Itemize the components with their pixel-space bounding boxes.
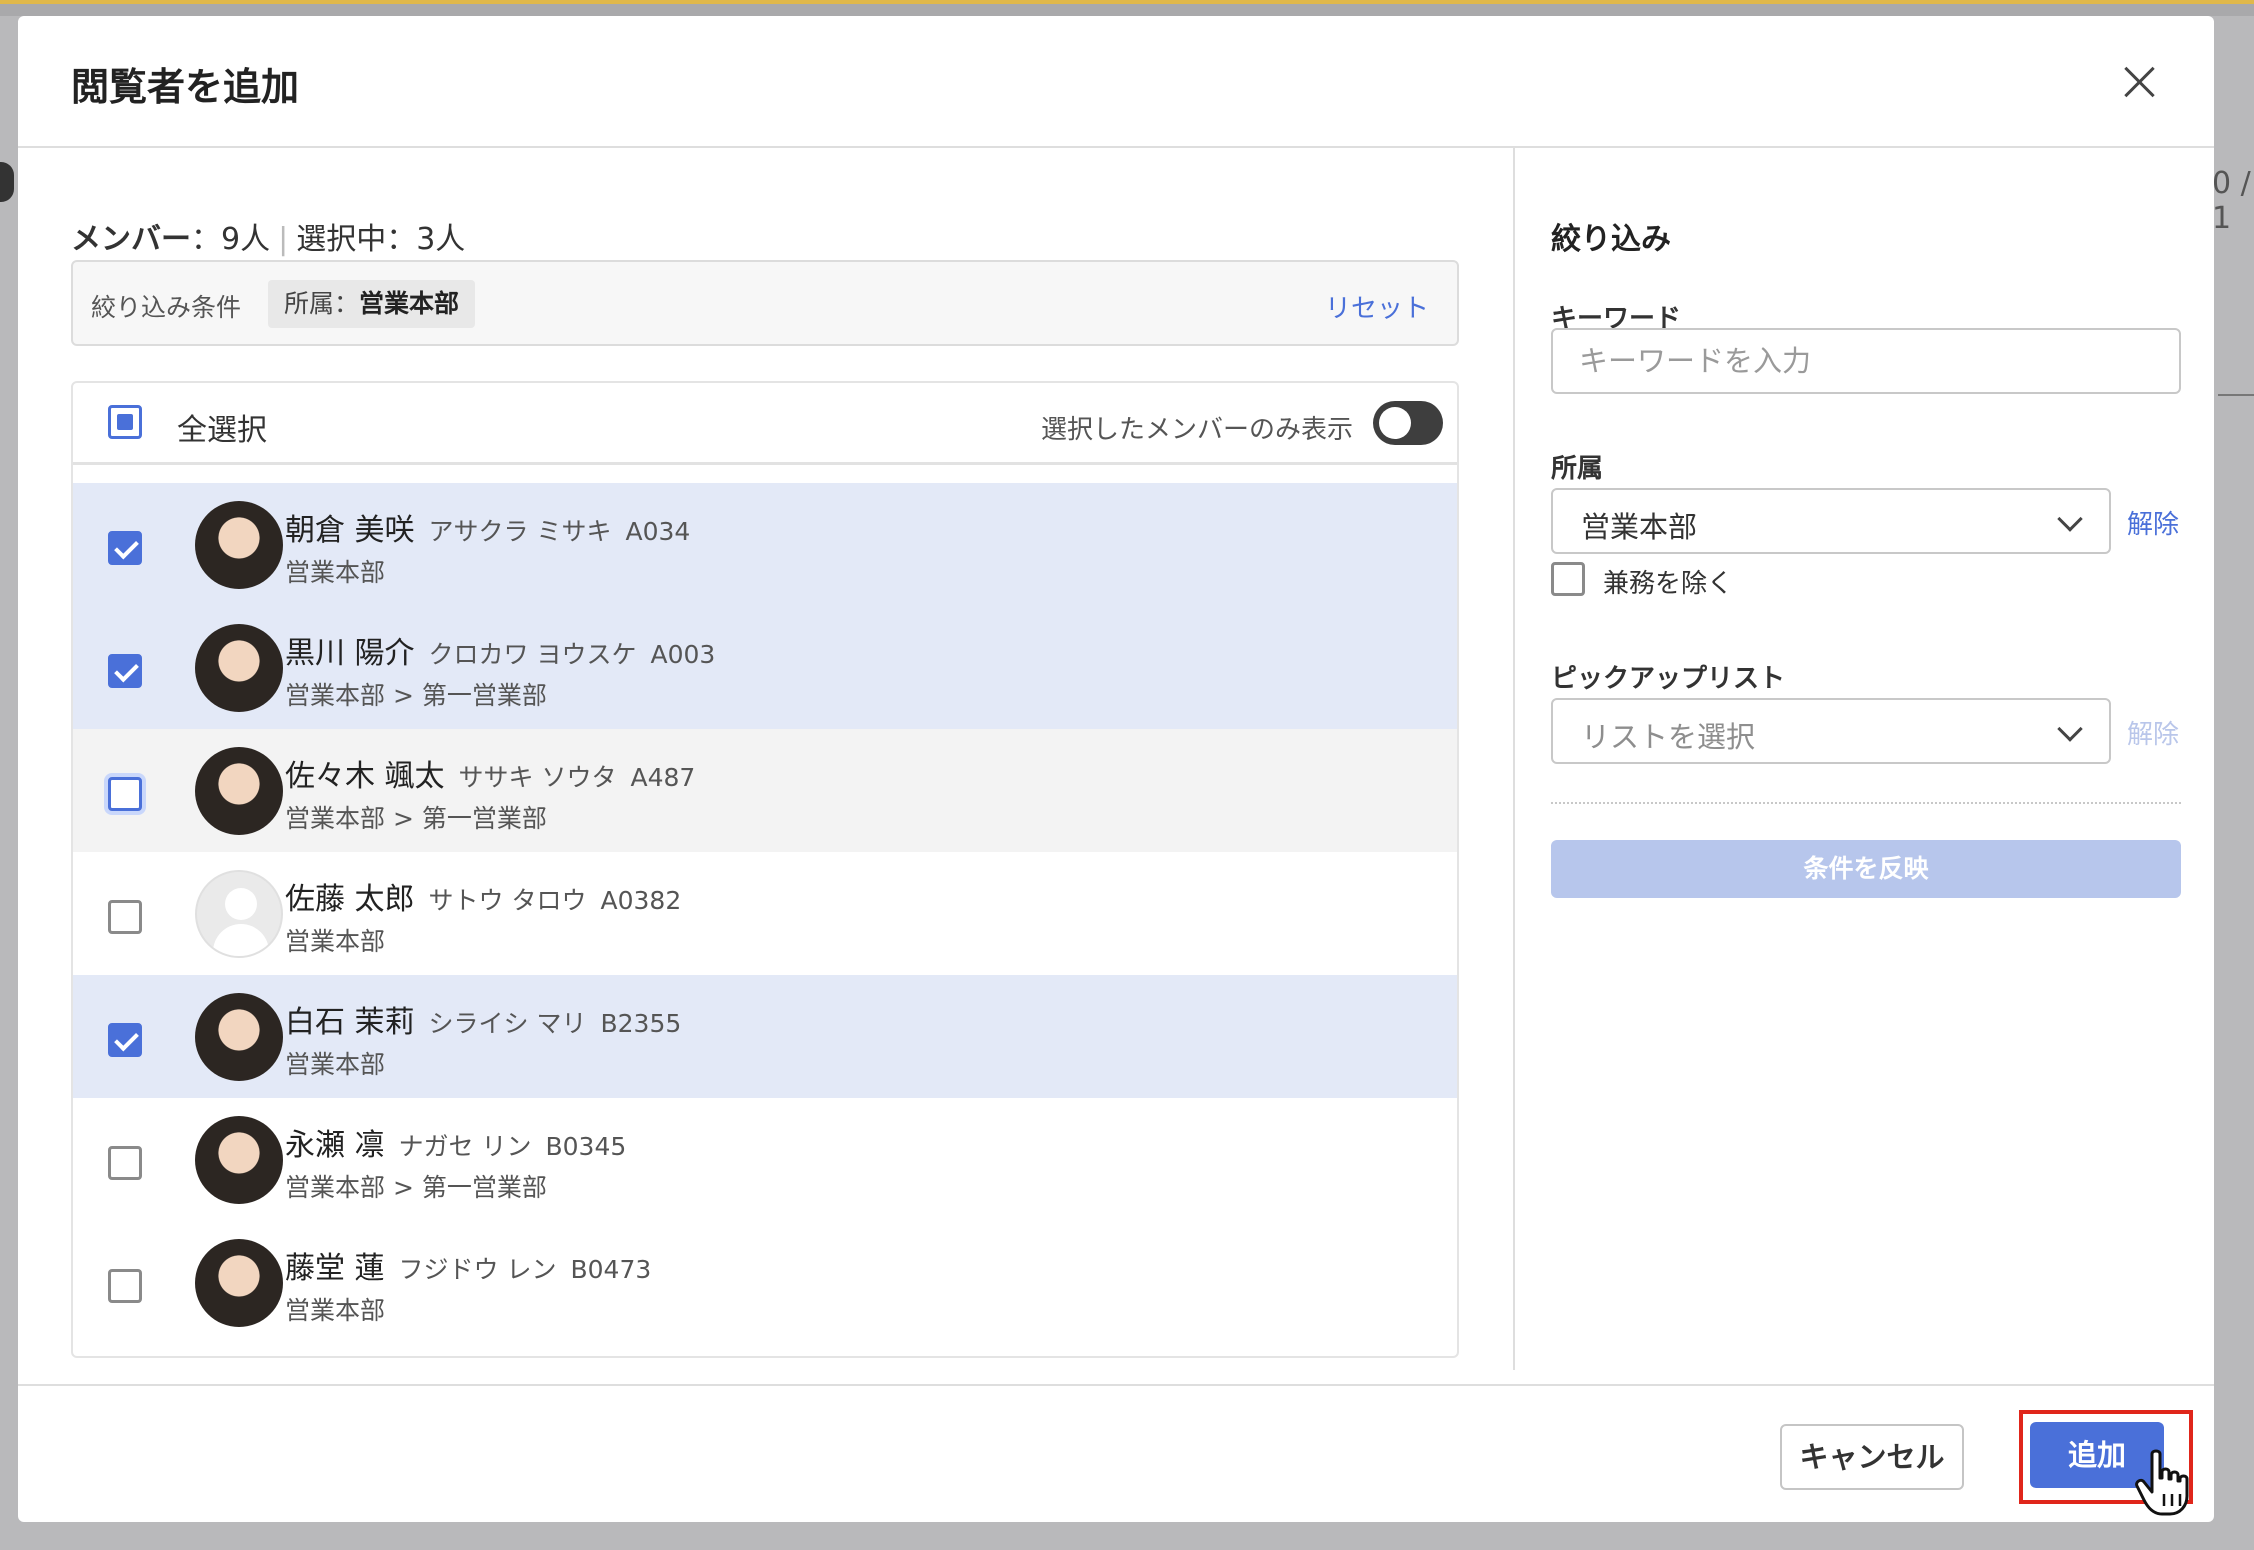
dialog-footer: キャンセル 追加 — [18, 1384, 2214, 1522]
member-code: A034 — [625, 517, 691, 546]
filter-chip-value: 営業本部 — [359, 289, 460, 318]
member-department: 営業本部 > 第一営業部 — [285, 804, 547, 833]
background-handle — [0, 162, 14, 202]
select-all-checkbox[interactable] — [108, 405, 142, 439]
pickup-list-clear-link: 解除 — [2127, 720, 2180, 750]
member-kana: サトウ タロウ — [428, 886, 587, 915]
member-list-header: 全選択 選択したメンバーのみ表示 — [73, 383, 1457, 465]
exclude-concurrent-label[interactable]: 兼務を除く — [1603, 563, 1733, 600]
department-clear-link[interactable]: 解除 — [2127, 504, 2179, 541]
cancel-button[interactable]: キャンセル — [1780, 1424, 1964, 1490]
member-row[interactable]: 佐々木 颯太 ササキ ソウタ A487 営業本部 > 第一営業部 — [73, 729, 1457, 852]
avatar — [195, 1239, 283, 1327]
member-row[interactable]: 藤堂 蓮フジドウ レン B0473 営業本部 — [73, 1221, 1457, 1344]
member-name: 白石 茉莉 — [285, 1005, 415, 1040]
pickup-list-label: ピックアップリスト — [1551, 664, 1786, 694]
department-select[interactable]: 営業本部 — [1551, 488, 2111, 554]
member-row[interactable]: 永瀬 凛ナガセ リン B0345 営業本部 > 第一営業部 — [73, 1098, 1457, 1221]
member-row[interactable]: 白石 茉莉 シライシ マリ B2355 営業本部 — [73, 975, 1457, 1098]
member-code: A487 — [630, 763, 696, 792]
keyword-input[interactable] — [1551, 328, 2181, 394]
filter-panel: 絞り込み キーワード 所属 営業本部 解除 兼務を除く ピックアップリスト リス… — [1513, 148, 2214, 1370]
selected-count: ：3人 — [386, 222, 466, 257]
member-checkbox[interactable] — [108, 1023, 142, 1057]
member-checkbox[interactable] — [108, 1269, 142, 1303]
filter-panel-title: 絞り込み — [1551, 222, 1671, 257]
background-page-counter: 0 / 1 — [2212, 166, 2251, 236]
member-kana: アサクラ ミサキ — [428, 517, 612, 546]
pickup-list-placeholder: リストを選択 — [1581, 720, 1756, 754]
member-row[interactable]: 朝倉 美咲 アサクラ ミサキ A034 営業本部 — [73, 483, 1457, 606]
reset-link[interactable]: リセット — [1325, 288, 1429, 325]
member-code: A003 — [650, 640, 716, 669]
member-name: 永瀬 凛 — [285, 1128, 385, 1163]
avatar — [195, 501, 283, 589]
member-checkbox[interactable] — [108, 654, 142, 688]
member-code: B2355 — [600, 1009, 682, 1038]
member-kana: シライシ マリ — [428, 1009, 587, 1038]
member-kana: クロカワ ヨウスケ — [428, 640, 637, 669]
member-code: B0345 — [545, 1132, 627, 1161]
apply-filter-button[interactable]: 条件を反映 — [1551, 840, 2181, 898]
hand-cursor-icon — [2135, 1449, 2189, 1516]
member-checkbox[interactable] — [108, 900, 142, 934]
show-selected-only-label: 選択したメンバーのみ表示 — [1041, 415, 1354, 445]
filter-conditions-label: 絞り込み条件 — [91, 293, 242, 322]
background-accent-line — [0, 0, 2254, 4]
member-code: A0382 — [600, 886, 682, 915]
chevron-down-icon — [2057, 506, 2083, 532]
member-name: 佐藤 太郎 — [285, 882, 415, 917]
member-checkbox[interactable] — [108, 1146, 142, 1180]
member-name: 黒川 陽介 — [285, 636, 415, 671]
divider — [1551, 802, 2181, 804]
avatar — [195, 1116, 283, 1204]
member-department: 営業本部 — [285, 558, 386, 587]
member-row[interactable]: 佐藤 太郎 サトウ タロウ A0382 営業本部 — [73, 852, 1457, 975]
select-all-label[interactable]: 全選択 — [177, 405, 267, 449]
selected-label: 選択中 — [296, 222, 387, 257]
filter-chip-key: 所属： — [284, 289, 360, 318]
default-avatar-icon — [195, 870, 283, 958]
member-kana: フジドウ レン — [398, 1255, 557, 1284]
active-filter-bar: 絞り込み条件 所属：営業本部 リセット — [71, 260, 1459, 346]
exclude-concurrent-checkbox[interactable] — [1551, 562, 1585, 596]
close-icon[interactable] — [2118, 60, 2162, 104]
member-department: 営業本部 > 第一営業部 — [285, 1173, 547, 1202]
counts-separator: | — [278, 222, 289, 257]
avatar — [195, 747, 283, 835]
member-department: 営業本部 — [285, 927, 386, 956]
background-divider — [2218, 394, 2254, 396]
member-panel: メンバー：9人 | 選択中：3人 絞り込み条件 所属：営業本部 リセット 全選択 選… — [18, 148, 1513, 1370]
members-count: ：9人 — [191, 222, 271, 257]
member-row[interactable]: 黒川 陽介 クロカワ ヨウスケ A003 営業本部 > 第一営業部 — [73, 606, 1457, 729]
add-viewer-dialog: 閲覧者を追加 メンバー：9人 | 選択中：3人 絞り込み条件 所属：営業本部 リセッ… — [18, 16, 2214, 1522]
dialog-title: 閲覧者を追加 — [71, 65, 300, 109]
show-selected-only-toggle[interactable] — [1373, 401, 1443, 445]
member-name: 朝倉 美咲 — [285, 513, 415, 548]
member-kana: ナガセ リン — [398, 1132, 532, 1161]
department-label: 所属 — [1551, 454, 1604, 484]
avatar — [195, 993, 283, 1081]
member-name: 藤堂 蓮 — [285, 1251, 385, 1286]
member-department: 営業本部 — [285, 1050, 386, 1079]
chevron-down-icon — [2057, 716, 2083, 742]
member-checkbox[interactable] — [108, 777, 142, 811]
member-counts: メンバー：9人 | 選択中：3人 — [71, 214, 465, 258]
department-select-value: 営業本部 — [1581, 510, 1698, 544]
dialog-header: 閲覧者を追加 — [18, 16, 2214, 148]
pickup-list-select[interactable]: リストを選択 — [1551, 698, 2111, 764]
member-department: 営業本部 — [285, 1296, 386, 1325]
filter-chip-department: 所属：営業本部 — [268, 280, 476, 328]
member-code: B0473 — [570, 1255, 652, 1284]
member-list: 全選択 選択したメンバーのみ表示 朝倉 美咲 アサクラ ミサキ A034 営業本部 … — [71, 381, 1459, 1358]
member-department: 営業本部 > 第一営業部 — [285, 681, 547, 710]
members-label: メンバー — [71, 222, 191, 257]
avatar — [195, 624, 283, 712]
member-rows: 朝倉 美咲 アサクラ ミサキ A034 営業本部 黒川 陽介 クロカワ ヨウスケ A00… — [73, 483, 1457, 1344]
member-checkbox[interactable] — [108, 531, 142, 565]
member-name: 佐々木 颯太 — [285, 759, 445, 794]
member-kana: ササキ ソウタ — [458, 763, 617, 792]
